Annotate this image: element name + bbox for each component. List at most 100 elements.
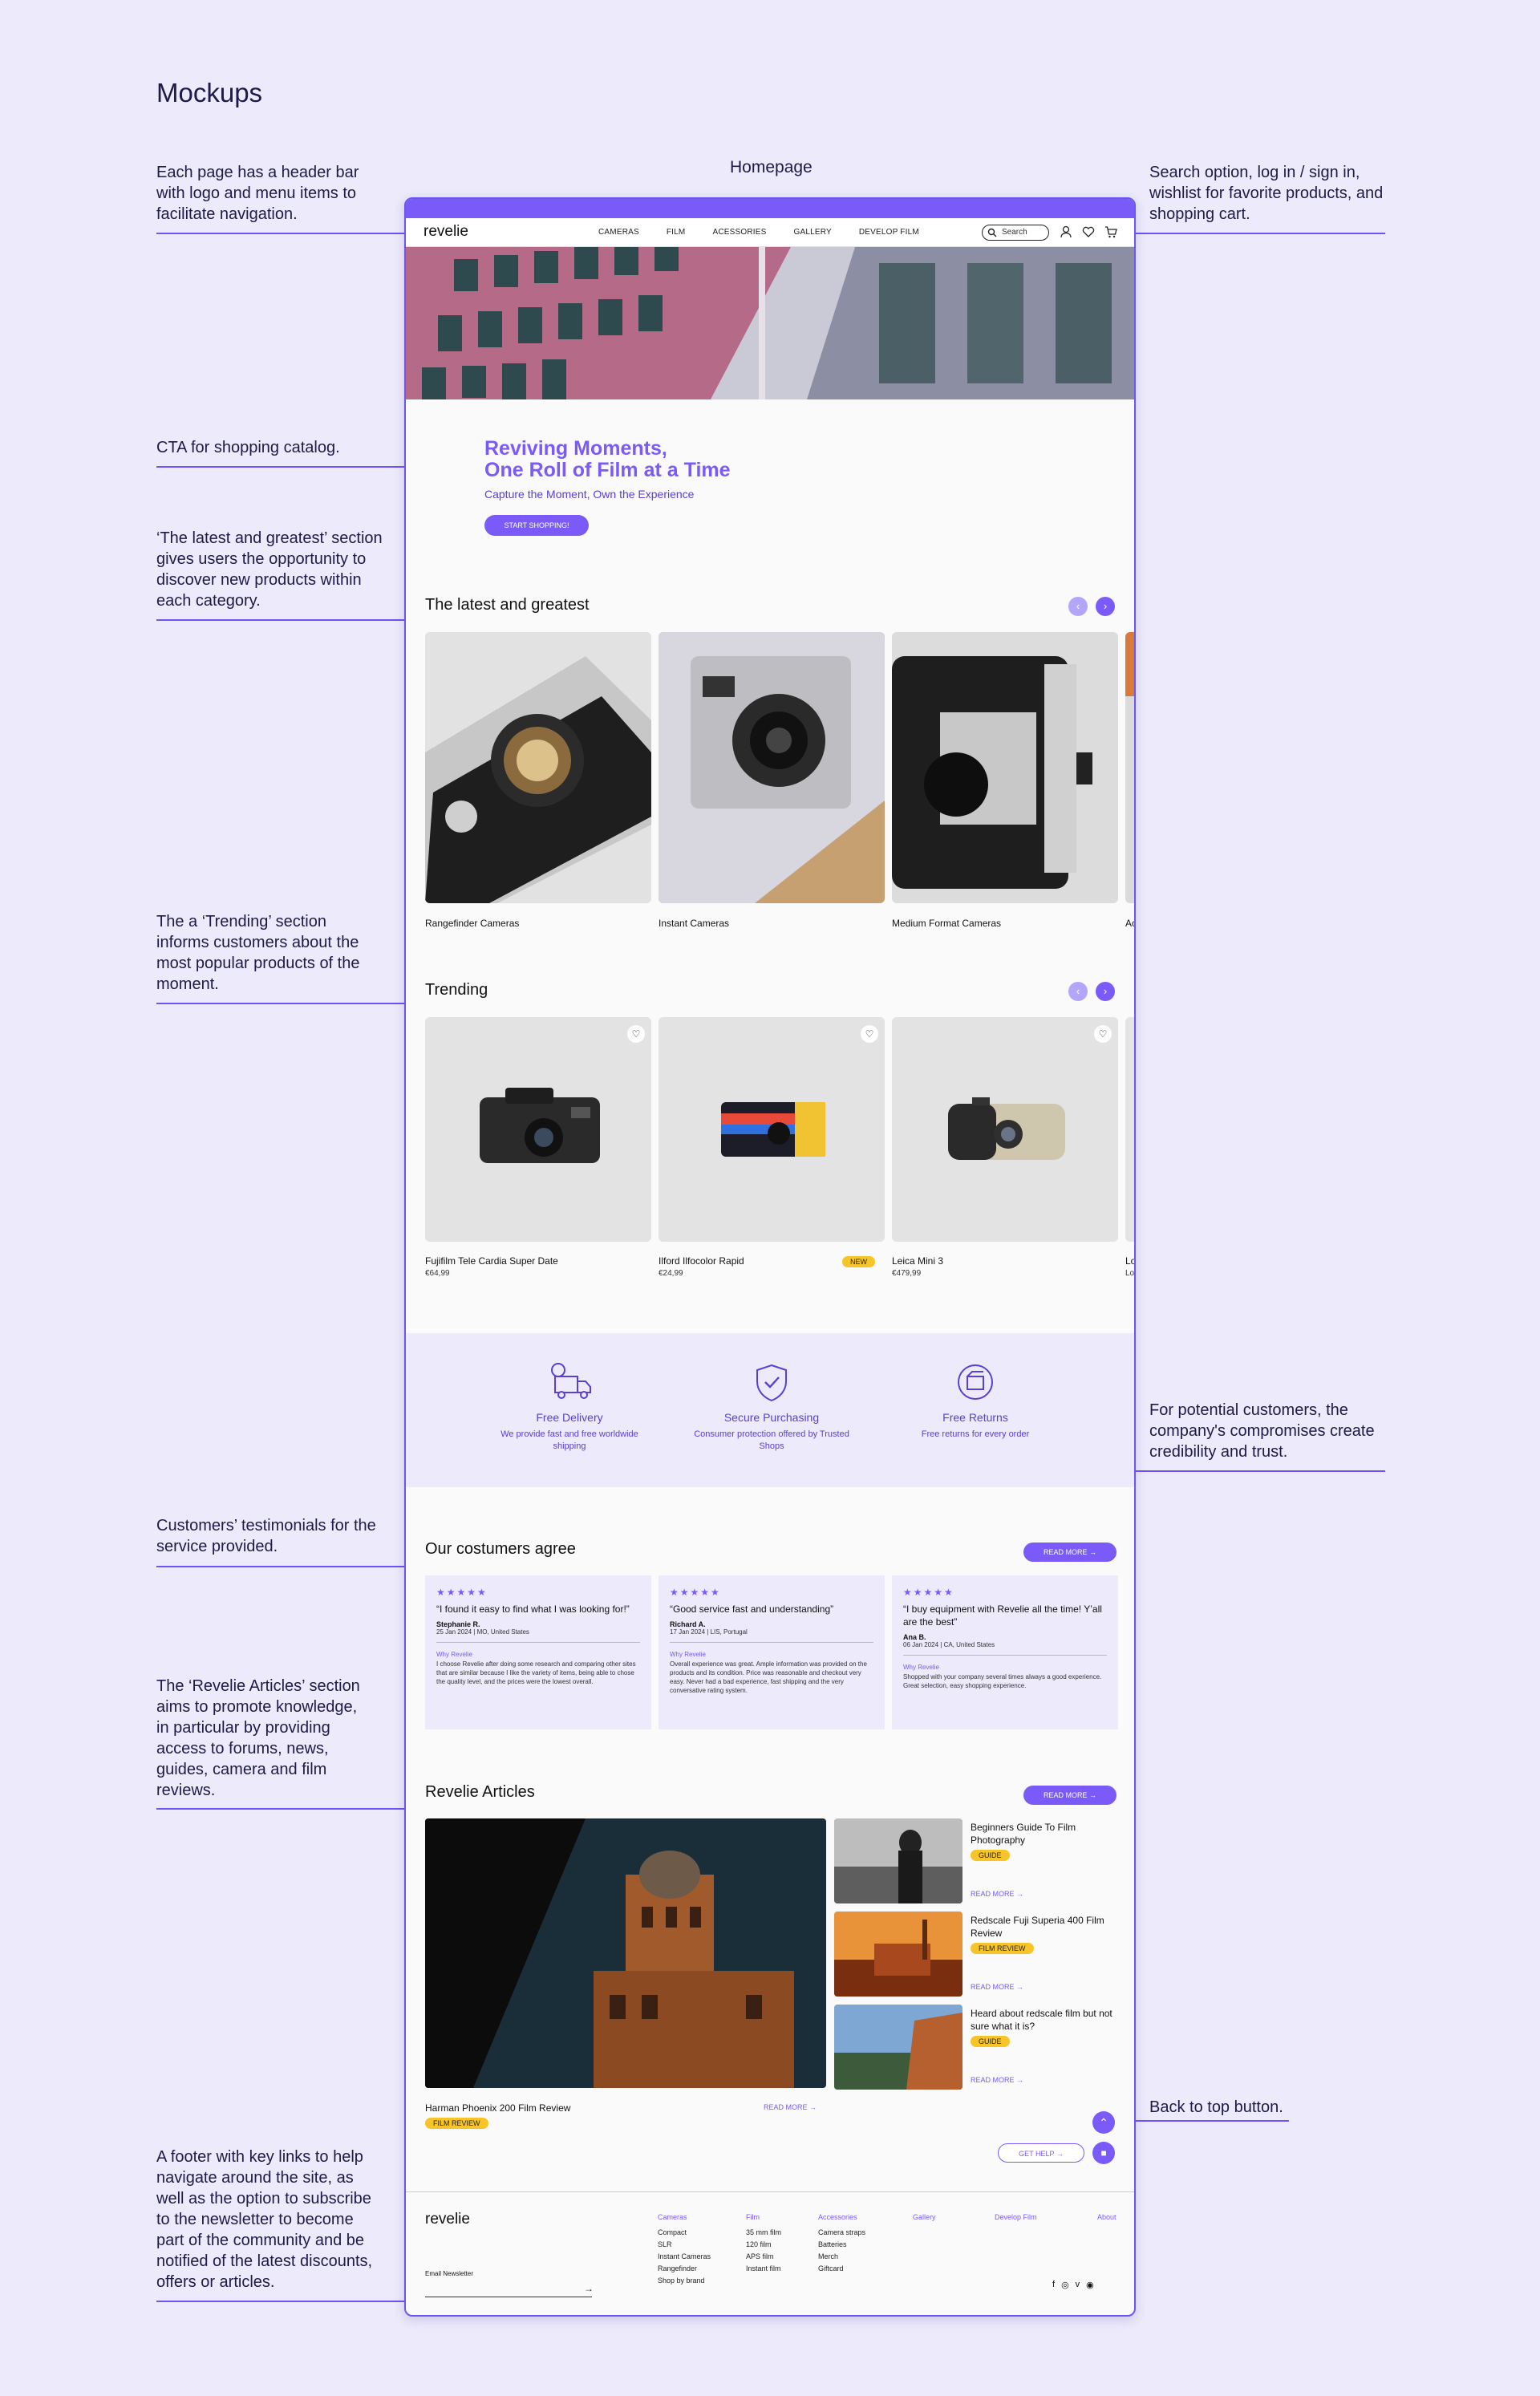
category-card-instant[interactable]: [659, 632, 885, 903]
user-icon[interactable]: [1059, 225, 1073, 239]
footer-link[interactable]: Instant Cameras: [658, 2251, 711, 2263]
footer-link[interactable]: Shop by brand: [658, 2275, 711, 2287]
article-read-more-link[interactable]: READ MORE →: [971, 1983, 1023, 1991]
testimonial-body: Overall experience was great. Ample info…: [670, 1660, 867, 1694]
article-main-title[interactable]: Harman Phoenix 200 Film Review: [425, 2102, 570, 2114]
product-name[interactable]: Leica Mini 3: [892, 1255, 943, 1267]
pinterest-icon[interactable]: ◉: [1086, 2280, 1094, 2290]
wishlist-heart-icon[interactable]: ♡: [627, 1025, 645, 1043]
annotation-line: [1127, 2120, 1289, 2122]
footer-heading[interactable]: Accessories: [818, 2212, 865, 2224]
article-read-more-link[interactable]: READ MORE →: [971, 1890, 1023, 1898]
nav-film[interactable]: FILM: [667, 228, 686, 237]
footer-heading[interactable]: About: [1097, 2212, 1116, 2224]
articles-read-more-button[interactable]: READ MORE →: [1023, 1786, 1116, 1805]
footer-link[interactable]: 35 mm film: [746, 2227, 781, 2239]
wishlist-heart-icon[interactable]: ♡: [861, 1025, 878, 1043]
product-name[interactable]: Fujifilm Tele Cardia Super Date: [425, 1255, 558, 1267]
nav-accessories[interactable]: ACESSORIES: [712, 228, 766, 237]
section-label: Homepage: [730, 158, 813, 176]
footer-logo[interactable]: revelie: [425, 2211, 470, 2228]
testimonial-card: ★★★★★ “I found it easy to find what I wa…: [425, 1575, 651, 1729]
footer-heading[interactable]: Film: [746, 2212, 781, 2224]
article-read-more-link[interactable]: READ MORE →: [971, 2076, 1023, 2084]
footer-link[interactable]: Compact: [658, 2227, 711, 2239]
product-card[interactable]: [425, 1017, 651, 1242]
product-card[interactable]: [1125, 1017, 1134, 1242]
hero-headline-line1: Reviving Moments,: [484, 437, 667, 460]
start-shopping-button[interactable]: START SHOPPING!: [484, 515, 589, 536]
site-logo[interactable]: revelie: [424, 223, 468, 241]
carousel-prev-button[interactable]: ‹: [1068, 982, 1088, 1001]
read-more-label: READ MORE: [971, 1890, 1015, 1898]
article-title[interactable]: Beginners Guide To Film Photography: [971, 1821, 1115, 1847]
footer-heading[interactable]: Develop Film: [995, 2212, 1037, 2224]
product-card[interactable]: [659, 1017, 885, 1242]
article-main-image[interactable]: [425, 1818, 826, 2088]
nav-cameras[interactable]: CAMERAS: [598, 228, 639, 237]
carousel-next-button[interactable]: ›: [1096, 597, 1115, 616]
newsletter-submit-arrow-icon[interactable]: →: [584, 2283, 594, 2294]
hero-image: [406, 247, 1134, 399]
category-caption[interactable]: Ac: [1125, 918, 1134, 929]
footer-col-film: Film 35 mm film 120 film APS film Instan…: [746, 2212, 781, 2275]
wishlist-heart-icon[interactable]: ♡: [1094, 1025, 1112, 1043]
article-thumb[interactable]: [834, 1818, 962, 1903]
category-card-accessories[interactable]: [1125, 632, 1134, 903]
category-caption[interactable]: Instant Cameras: [659, 918, 729, 929]
heart-icon[interactable]: [1081, 225, 1096, 239]
star-rating: ★★★★★: [670, 1587, 721, 1598]
product-card[interactable]: [892, 1017, 1118, 1242]
footer-link[interactable]: APS film: [746, 2251, 781, 2263]
footer-link[interactable]: Merch: [818, 2251, 865, 2263]
search-input[interactable]: Search: [982, 225, 1049, 241]
category-card-rangefinder[interactable]: [425, 632, 651, 903]
product-name[interactable]: Lo: [1125, 1255, 1134, 1267]
footer-link[interactable]: 120 film: [746, 2239, 781, 2251]
article-thumb[interactable]: [834, 1912, 962, 1997]
footer-link[interactable]: Batteries: [818, 2239, 865, 2251]
star-rating: ★★★★★: [903, 1587, 954, 1598]
cart-icon[interactable]: [1104, 225, 1118, 239]
testimonial-meta: 17 Jan 2024 | LIS, Portugal: [670, 1628, 748, 1636]
newsletter-email-input[interactable]: [425, 2283, 592, 2297]
divider: [670, 1642, 873, 1643]
footer-heading[interactable]: Gallery: [913, 2212, 936, 2224]
medium-format-camera-image: [892, 632, 1118, 903]
chat-icon[interactable]: ■: [1092, 2142, 1115, 2164]
get-help-button[interactable]: GET HELP →: [998, 2143, 1084, 2163]
product-name[interactable]: Ilford Ilfocolor Rapid: [659, 1255, 744, 1267]
category-caption[interactable]: Medium Format Cameras: [892, 918, 1001, 929]
vimeo-icon[interactable]: v: [1076, 2280, 1080, 2290]
carousel-next-button[interactable]: ›: [1096, 982, 1115, 1001]
site-header: revelie CAMERAS FILM ACESSORIES GALLERY …: [406, 218, 1134, 247]
footer-link[interactable]: Rangefinder: [658, 2263, 711, 2275]
testimonials-read-more-button[interactable]: READ MORE →: [1023, 1543, 1116, 1562]
article-thumb[interactable]: [834, 2005, 962, 2090]
back-to-top-button[interactable]: ⌃: [1092, 2111, 1115, 2134]
footer-link[interactable]: Giftcard: [818, 2263, 865, 2275]
article-title[interactable]: Heard about redscale film but not sure w…: [971, 2007, 1115, 2033]
nav-develop-film[interactable]: DEVELOP FILM: [859, 228, 919, 237]
trust-free-delivery: Free Delivery We provide fast and free w…: [489, 1362, 650, 1453]
footer-link[interactable]: Instant film: [746, 2263, 781, 2275]
testimonial-meta: 06 Jan 2024 | CA, United States: [903, 1641, 995, 1648]
footer-link[interactable]: Camera straps: [818, 2227, 865, 2239]
facebook-icon[interactable]: f: [1052, 2280, 1055, 2290]
truck-icon: [551, 1363, 591, 1399]
footer-heading[interactable]: Cameras: [658, 2212, 711, 2224]
article-read-more-link[interactable]: READ MORE →: [764, 2103, 817, 2111]
category-card-medium-format[interactable]: [892, 632, 1118, 903]
footer-col-accessories: Accessories Camera straps Batteries Merc…: [818, 2212, 865, 2275]
testimonial-body: I choose Revelie after doing some resear…: [436, 1660, 636, 1685]
annotation-line: [156, 2301, 413, 2302]
nav-gallery[interactable]: GALLERY: [793, 228, 831, 237]
category-caption[interactable]: Rangefinder Cameras: [425, 918, 519, 929]
instant-camera-image: [659, 632, 885, 903]
footer-link[interactable]: SLR: [658, 2239, 711, 2251]
search-placeholder: Search: [1002, 228, 1027, 237]
carousel-prev-button[interactable]: ‹: [1068, 597, 1088, 616]
instagram-icon[interactable]: ◎: [1061, 2280, 1069, 2290]
product-price: €24,99: [659, 1269, 683, 1278]
article-title[interactable]: Redscale Fuji Superia 400 Film Review: [971, 1914, 1115, 1940]
